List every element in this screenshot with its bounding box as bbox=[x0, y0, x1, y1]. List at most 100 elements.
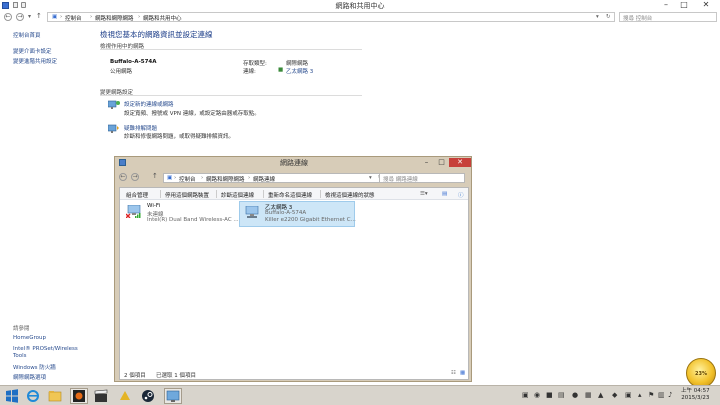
sidebar-item-change-adapter-settings[interactable]: 變更介面卡設定 bbox=[13, 47, 52, 55]
troubleshoot-link[interactable]: 疑難排解問題 bbox=[124, 124, 157, 132]
taskbar-file-explorer[interactable] bbox=[47, 388, 65, 404]
sub-up-button[interactable]: ↑ bbox=[152, 172, 158, 180]
sub-breadcrumb-network-internet[interactable]: 網路和網際網路 bbox=[206, 175, 245, 183]
adapter-wifi[interactable]: Wi-Fi 未連線 Intel(R) Dual Band Wireless-AC… bbox=[122, 201, 239, 227]
breadcrumb-control-panel[interactable]: 控制台 bbox=[65, 14, 82, 22]
taskbar-clock[interactable]: 上午 04:57 2015/3/23 bbox=[681, 388, 710, 402]
section-divider bbox=[100, 95, 362, 96]
close-button[interactable]: ✕ bbox=[694, 0, 718, 10]
see-also-windows-firewall[interactable]: Windows 防火牆 bbox=[13, 363, 56, 371]
disable-device-button[interactable]: 停用這個網路裝置 bbox=[165, 191, 209, 199]
adapter-ethernet-3[interactable]: 乙太網路 3 Buffalo-A-574A Killer e2200 Gigab… bbox=[239, 201, 356, 227]
sub-back-button[interactable]: ← bbox=[119, 173, 127, 181]
control-panel-taskbar-icon bbox=[166, 390, 180, 402]
tray-app-4-icon[interactable]: ▤ bbox=[558, 391, 565, 399]
sub-maximize-button[interactable]: □ bbox=[434, 158, 449, 167]
network-connections-window: 網路連線 – □ ✕ ← → ↑ ▣ › 控制台 › 網路和網際網路 › 網路連… bbox=[114, 156, 472, 382]
tray-app-5-icon[interactable]: ● bbox=[572, 391, 578, 399]
breadcrumb-separator: › bbox=[90, 14, 93, 20]
taskbar-internet-explorer[interactable] bbox=[25, 388, 43, 404]
address-control-panel-icon: ▣ bbox=[52, 14, 58, 20]
toolbar-divider bbox=[160, 190, 161, 198]
battery-gadget: 23% bbox=[686, 358, 716, 388]
sidebar-item-change-advanced-sharing[interactable]: 變更進階共用設定 bbox=[13, 57, 57, 65]
connections-label: 連線: bbox=[243, 69, 256, 75]
sidebar-item-control-panel-home[interactable]: 控制台首頁 bbox=[13, 31, 41, 39]
address-dropdown-icon[interactable]: ▾ bbox=[596, 14, 599, 20]
show-hidden-icons-icon[interactable]: ▴ bbox=[638, 391, 642, 399]
recent-locations-icon[interactable]: ▾ bbox=[28, 13, 31, 20]
taskbar-control-panel[interactable] bbox=[164, 388, 182, 404]
sub-breadcrumb-control-panel[interactable]: 控制台 bbox=[179, 175, 196, 183]
access-type-value: 網際網路 bbox=[286, 61, 309, 67]
tray-app-8-icon[interactable]: ◆ bbox=[612, 391, 617, 399]
up-button[interactable]: ↑ bbox=[36, 12, 42, 20]
sub-forward-button[interactable]: → bbox=[131, 173, 139, 181]
change-view-icon[interactable]: ☰▾ bbox=[420, 191, 428, 197]
connection-link[interactable]: 乙太網路 3 bbox=[286, 67, 313, 75]
see-also-intel-proset[interactable]: Intel® PROSet/Wireless Tools bbox=[13, 346, 93, 360]
minimize-button[interactable]: – bbox=[658, 0, 674, 10]
taskbar-media-app[interactable] bbox=[70, 388, 88, 404]
tray-app-6-icon[interactable]: ▦ bbox=[585, 391, 592, 399]
breadcrumb-network-internet[interactable]: 網路和網際網路 bbox=[95, 14, 134, 22]
sub-address-bar[interactable]: ▣ › 控制台 › 網路和網際網路 › 網路連線 ▾ ↻ bbox=[163, 173, 388, 183]
large-icons-view-icon[interactable]: ▦ bbox=[460, 370, 465, 376]
adapter-name: Wi-Fi bbox=[147, 203, 161, 209]
troubleshoot-desc: 診斷和修復網路問題，或取得疑難排解資訊。 bbox=[124, 134, 235, 140]
maximize-button[interactable]: □ bbox=[676, 0, 692, 10]
volume-icon[interactable]: ♪ bbox=[668, 391, 672, 399]
toolbar-divider bbox=[263, 190, 264, 198]
organize-button[interactable]: 組合管理 bbox=[126, 191, 148, 199]
breadcrumb-network-sharing-center[interactable]: 網路和共用中心 bbox=[143, 14, 182, 22]
see-also-homegroup[interactable]: HomeGroup bbox=[13, 335, 46, 341]
wifi-adapter-icon bbox=[126, 205, 141, 218]
status-bar: 2 個項目 已選取 1 個項目 ☷ ▦ bbox=[120, 369, 468, 379]
tray-app-1-icon[interactable]: ▣ bbox=[522, 391, 529, 399]
breadcrumb-separator: › bbox=[174, 175, 177, 181]
tray-app-9-icon[interactable]: ▣ bbox=[625, 391, 632, 399]
network-type: 公用網路 bbox=[110, 69, 133, 75]
taskbar-video-editor[interactable] bbox=[93, 388, 111, 404]
forward-button[interactable]: → bbox=[16, 13, 24, 21]
refresh-icon[interactable]: ↻ bbox=[606, 14, 611, 20]
access-type-label: 存取類型: bbox=[243, 61, 267, 67]
address-bar[interactable]: ▣ › 控制台 › 網路和網際網路 › 網路和共用中心 ▾ ↻ bbox=[47, 12, 615, 22]
ethernet-icon: ■ bbox=[278, 67, 284, 73]
status-selected-count: 已選取 1 個項目 bbox=[156, 373, 196, 379]
taskbar-steam[interactable] bbox=[140, 388, 158, 404]
setup-new-connection-desc: 設定寬頻、撥號或 VPN 連線，或設定路由器或存取點。 bbox=[124, 111, 260, 117]
diagnose-connection-button[interactable]: 診斷這個連線 bbox=[221, 191, 254, 199]
sub-address-dropdown-icon[interactable]: ▾ bbox=[369, 175, 372, 181]
tray-app-3-icon[interactable]: ■ bbox=[546, 391, 553, 399]
status-item-count: 2 個項目 bbox=[124, 373, 146, 379]
sub-breadcrumb-network-connections[interactable]: 網路連線 bbox=[253, 175, 275, 183]
search-input[interactable]: 搜尋 控制台 bbox=[619, 12, 717, 22]
adapter-status: Buffalo-A-574A bbox=[265, 210, 307, 216]
adapter-device: Intel(R) Dual Band Wireless-AC ... bbox=[147, 217, 239, 223]
start-button[interactable] bbox=[4, 388, 22, 404]
toolbar-divider bbox=[216, 190, 217, 198]
view-status-button[interactable]: 檢視這個連線的狀態 bbox=[325, 191, 375, 199]
adapter-device: Killer e2200 Gigabit Ethernet C... bbox=[265, 217, 356, 223]
network-tray-icon[interactable]: ▥ bbox=[658, 391, 665, 399]
tray-app-7-icon[interactable]: ▲ bbox=[598, 391, 603, 399]
rename-connection-button[interactable]: 重新命名這個連線 bbox=[268, 191, 312, 199]
preview-pane-icon[interactable]: ▤ bbox=[442, 191, 447, 197]
folder-icon bbox=[48, 391, 62, 402]
help-icon[interactable]: ⓘ bbox=[458, 191, 464, 199]
new-connection-icon bbox=[108, 100, 120, 109]
sub-search-input[interactable]: 搜尋 網路連線 bbox=[379, 173, 465, 183]
action-center-flag-icon[interactable]: ⚑ bbox=[648, 391, 654, 399]
details-view-icon[interactable]: ☷ bbox=[451, 370, 456, 376]
breadcrumb-separator: › bbox=[60, 14, 63, 20]
connections-pane: 組合管理 停用這個網路裝置 診斷這個連線 重新命名這個連線 檢視這個連線的狀態 … bbox=[119, 187, 469, 380]
taskbar-app-yellow[interactable] bbox=[117, 388, 135, 404]
breadcrumb-separator: › bbox=[201, 175, 204, 181]
sub-minimize-button[interactable]: – bbox=[419, 158, 434, 167]
tray-app-2-icon[interactable]: ◉ bbox=[534, 391, 540, 399]
see-also-internet-options[interactable]: 網際網路選項 bbox=[13, 373, 46, 381]
sub-close-button[interactable]: ✕ bbox=[449, 158, 471, 167]
back-button[interactable]: ← bbox=[4, 13, 12, 21]
setup-new-connection-link[interactable]: 設定新的連線或網路 bbox=[124, 100, 174, 108]
